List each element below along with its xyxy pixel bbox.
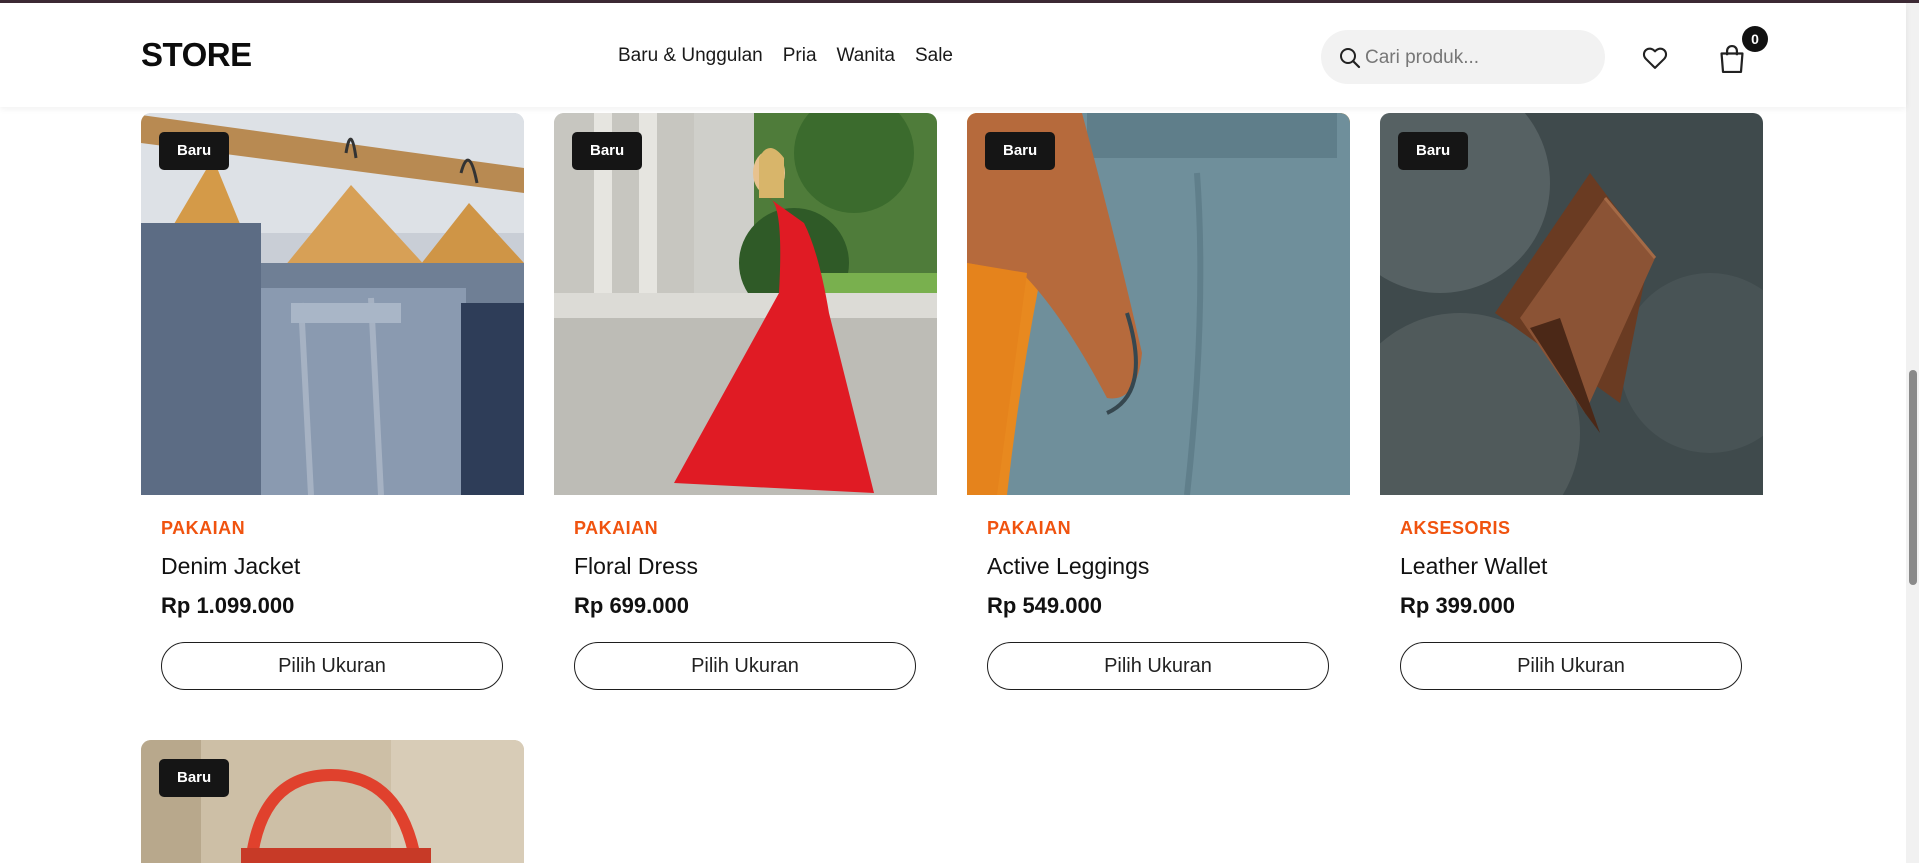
product-category: AKSESORIS bbox=[1400, 518, 1511, 538]
search-box bbox=[1321, 30, 1605, 86]
new-badge: Baru bbox=[572, 132, 643, 170]
product-price: Rp 699.000 bbox=[574, 593, 689, 618]
product-category: PAKAIAN bbox=[161, 518, 246, 538]
product-price: Rp 1.099.000 bbox=[161, 593, 295, 618]
new-badge: Baru bbox=[1398, 132, 1469, 170]
heart-icon[interactable] bbox=[1641, 44, 1669, 72]
nav-item-sale[interactable]: Sale bbox=[915, 45, 953, 67]
search-input[interactable] bbox=[1363, 30, 1597, 86]
choose-size-button[interactable]: Pilih Ukuran bbox=[1400, 642, 1742, 690]
scrollbar-thumb[interactable] bbox=[1909, 370, 1917, 585]
nav-item-men[interactable]: Pria bbox=[783, 45, 817, 67]
product-image[interactable] bbox=[554, 113, 937, 495]
product-image[interactable] bbox=[1380, 113, 1763, 495]
cart-count-badge: 0 bbox=[1742, 26, 1768, 52]
scrollbar[interactable] bbox=[1906, 3, 1919, 863]
store-logo[interactable]: STORE bbox=[141, 36, 252, 74]
nav-item-women[interactable]: Wanita bbox=[837, 45, 895, 67]
new-badge: Baru bbox=[985, 132, 1056, 170]
choose-size-button[interactable]: Pilih Ukuran bbox=[161, 642, 503, 690]
choose-size-button[interactable]: Pilih Ukuran bbox=[574, 642, 916, 690]
product-category: PAKAIAN bbox=[574, 518, 659, 538]
product-category: PAKAIAN bbox=[987, 518, 1072, 538]
search-icon[interactable] bbox=[1338, 46, 1362, 70]
new-badge: Baru bbox=[159, 132, 230, 170]
product-price: Rp 399.000 bbox=[1400, 593, 1515, 618]
product-image[interactable] bbox=[141, 113, 524, 495]
product-price: Rp 549.000 bbox=[987, 593, 1102, 618]
choose-size-button[interactable]: Pilih Ukuran bbox=[987, 642, 1329, 690]
product-name[interactable]: Denim Jacket bbox=[161, 553, 300, 580]
nav-item-new-featured[interactable]: Baru & Unggulan bbox=[618, 45, 763, 67]
site-header: STORE Baru & Unggulan Pria Wanita Sale 0 bbox=[0, 3, 1906, 107]
shopping-bag-icon[interactable] bbox=[1717, 43, 1747, 75]
product-name[interactable]: Active Leggings bbox=[987, 553, 1149, 580]
new-badge: Baru bbox=[159, 759, 230, 797]
product-name[interactable]: Leather Wallet bbox=[1400, 553, 1547, 580]
main-nav: Baru & Unggulan Pria Wanita Sale bbox=[618, 45, 953, 67]
product-image[interactable] bbox=[967, 113, 1350, 495]
product-name[interactable]: Floral Dress bbox=[574, 553, 698, 580]
